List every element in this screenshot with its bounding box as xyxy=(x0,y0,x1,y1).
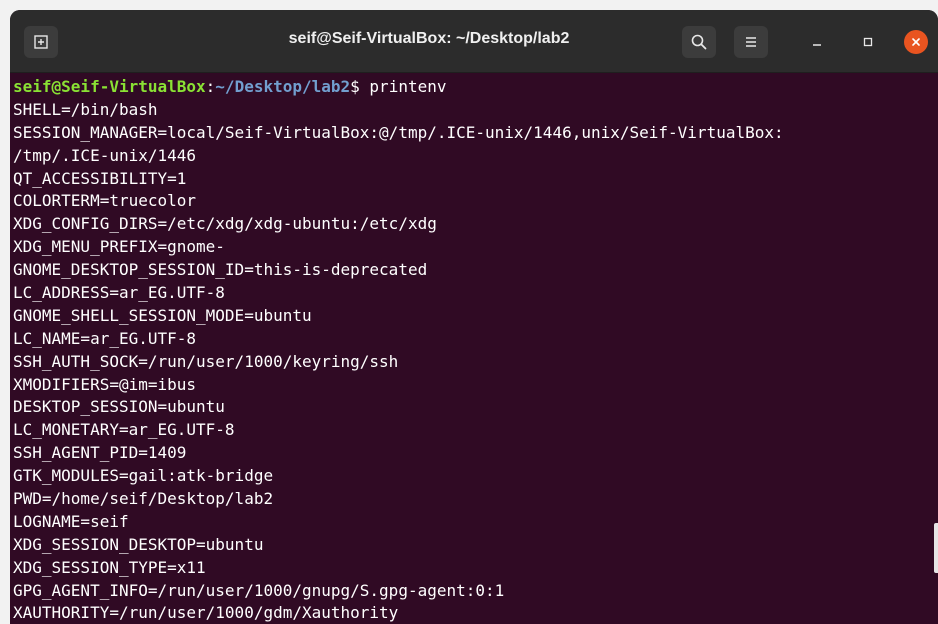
output-line: XAUTHORITY=/run/user/1000/gdm/Xauthority xyxy=(13,603,399,623)
output-line: /tmp/.ICE-unix/1446 xyxy=(13,145,197,165)
scrollbar-handle[interactable] xyxy=(934,523,938,573)
output-line: LC_ADDRESS=ar_EG.UTF-8 xyxy=(13,283,225,303)
maximize-icon xyxy=(863,37,873,47)
close-icon xyxy=(912,38,920,46)
new-tab-button[interactable] xyxy=(24,26,58,58)
window-title: seif@Seif-VirtualBox: ~/Desktop/lab2 xyxy=(288,30,570,47)
output-line: GNOME_SHELL_SESSION_MODE=ubuntu xyxy=(13,305,312,325)
output-line: DESKTOP_SESSION=ubuntu xyxy=(13,397,225,417)
new-tab-icon xyxy=(34,35,48,49)
output-line: LC_NAME=ar_EG.UTF-8 xyxy=(13,328,197,348)
output-line: XMODIFIERS=@im=ibus xyxy=(13,374,197,394)
minimize-icon xyxy=(813,44,821,46)
search-button[interactable] xyxy=(682,26,716,58)
output-line: XDG_SESSION_DESKTOP=ubuntu xyxy=(13,534,264,554)
output-line: QT_ACCESSIBILITY=1 xyxy=(13,168,187,188)
command-prompt-line: seif@Seif-VirtualBox:~/Desktop/lab2$ pri… xyxy=(13,76,938,99)
prompt-user-host: seif@Seif-VirtualBox xyxy=(13,77,206,96)
hamburger-menu-icon xyxy=(746,37,756,47)
output-line: COLORTERM=truecolor xyxy=(13,191,197,211)
output-line: GTK_MODULES=gail:atk-bridge xyxy=(13,466,274,486)
prompt-symbol: $ xyxy=(350,77,370,96)
terminal-window: seif@Seif-VirtualBox: ~/Desktop/lab2 sei… xyxy=(10,10,938,624)
title-bar[interactable]: seif@Seif-VirtualBox: ~/Desktop/lab2 xyxy=(10,10,938,73)
output-line: XDG_CONFIG_DIRS=/etc/xdg/xdg-ubuntu:/etc… xyxy=(13,214,437,234)
menu-button[interactable] xyxy=(734,26,768,58)
minimize-button[interactable] xyxy=(805,30,829,54)
prompt-path: ~/Desktop/lab2 xyxy=(215,77,351,96)
output-line: LC_MONETARY=ar_EG.UTF-8 xyxy=(13,420,235,440)
terminal-output-area[interactable]: seif@Seif-VirtualBox:~/Desktop/lab2$ pri… xyxy=(10,73,938,624)
output-line: PWD=/home/seif/Desktop/lab2 xyxy=(13,489,274,509)
maximize-button[interactable] xyxy=(856,30,880,54)
prompt-command: printenv xyxy=(369,77,447,96)
output-line: LOGNAME=seif xyxy=(13,511,129,531)
output-line: XDG_SESSION_TYPE=x11 xyxy=(13,557,206,577)
output-line: XDG_MENU_PREFIX=gnome- xyxy=(13,237,225,257)
close-button[interactable] xyxy=(904,30,928,54)
search-icon xyxy=(691,34,707,50)
output-line: SSH_AUTH_SOCK=/run/user/1000/keyring/ssh xyxy=(13,351,399,371)
output-line: GPG_AGENT_INFO=/run/user/1000/gnupg/S.gp… xyxy=(13,580,505,600)
output-line: SSH_AGENT_PID=1409 xyxy=(13,443,187,463)
output-line: SHELL=/bin/bash xyxy=(13,99,158,119)
prompt-colon: : xyxy=(205,77,216,96)
output-line: GNOME_DESKTOP_SESSION_ID=this-is-depreca… xyxy=(13,260,428,280)
output-line: SESSION_MANAGER=local/Seif-VirtualBox:@/… xyxy=(13,122,784,142)
